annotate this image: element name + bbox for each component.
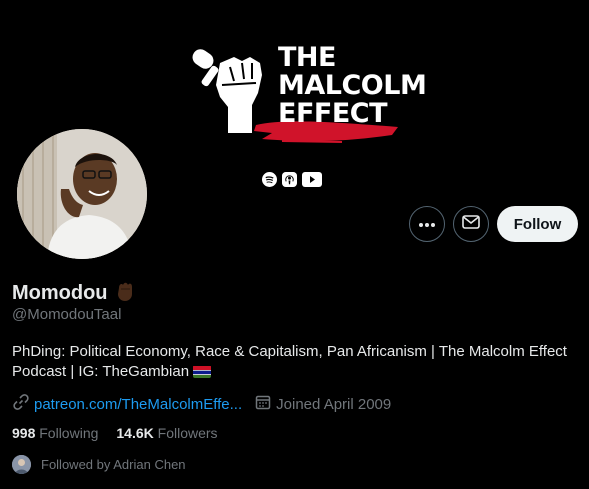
link-icon — [12, 393, 30, 415]
following-label: Following — [39, 425, 99, 441]
followed-by[interactable]: Followed by Adrian Chen — [12, 455, 186, 474]
name-row: Momodou — [12, 280, 136, 307]
followed-by-text: Followed by Adrian Chen — [41, 457, 186, 472]
spotify-icon — [262, 172, 277, 187]
bio-text: PhDing: Political Economy, Race & Capita… — [12, 343, 567, 380]
logo-line-1: THE — [278, 42, 336, 73]
message-button[interactable] — [453, 206, 489, 242]
followers-label: Followers — [157, 425, 218, 441]
more-horizontal-icon — [418, 215, 436, 233]
logo-line-3: EFFECT — [278, 98, 388, 129]
logo-line-2: MALCOLM — [278, 70, 427, 101]
gambia-flag-icon — [193, 365, 212, 378]
podcast-platforms — [262, 172, 322, 187]
more-options-button[interactable] — [409, 206, 445, 242]
bio: PhDing: Political Economy, Race & Capita… — [12, 342, 582, 382]
joined-text: Joined April 2009 — [276, 395, 392, 413]
raised-fist-emoji — [114, 280, 136, 307]
follower-avatar — [12, 455, 31, 474]
followers-stat[interactable]: 14.6K Followers — [116, 425, 217, 441]
apple-podcasts-icon — [282, 172, 297, 187]
envelope-icon — [462, 214, 480, 234]
following-count: 998 — [12, 425, 36, 441]
display-name: Momodou — [12, 282, 108, 304]
avatar-photo — [17, 129, 147, 259]
follow-stats: 998 Following 14.6K Followers — [12, 425, 218, 441]
profile-meta: patreon.com/TheMalcolmEffe... Joined Apr… — [12, 393, 403, 415]
followers-count: 14.6K — [116, 425, 154, 441]
follow-button[interactable]: Follow — [497, 206, 578, 242]
malcolm-effect-logo: THE MALCOLM EFFECT — [190, 40, 427, 150]
handle: @MomodouTaal — [12, 306, 122, 323]
website-link-text[interactable]: patreon.com/TheMalcolmEffe... — [34, 396, 242, 413]
calendar-icon — [254, 393, 272, 415]
profile-avatar[interactable] — [13, 125, 151, 263]
website-link[interactable]: patreon.com/TheMalcolmEffe... — [12, 393, 242, 415]
logo-text: THE MALCOLM EFFECT — [278, 42, 427, 129]
youtube-icon — [302, 172, 322, 187]
joined-date: Joined April 2009 — [254, 393, 391, 415]
following-stat[interactable]: 998 Following — [12, 425, 98, 441]
